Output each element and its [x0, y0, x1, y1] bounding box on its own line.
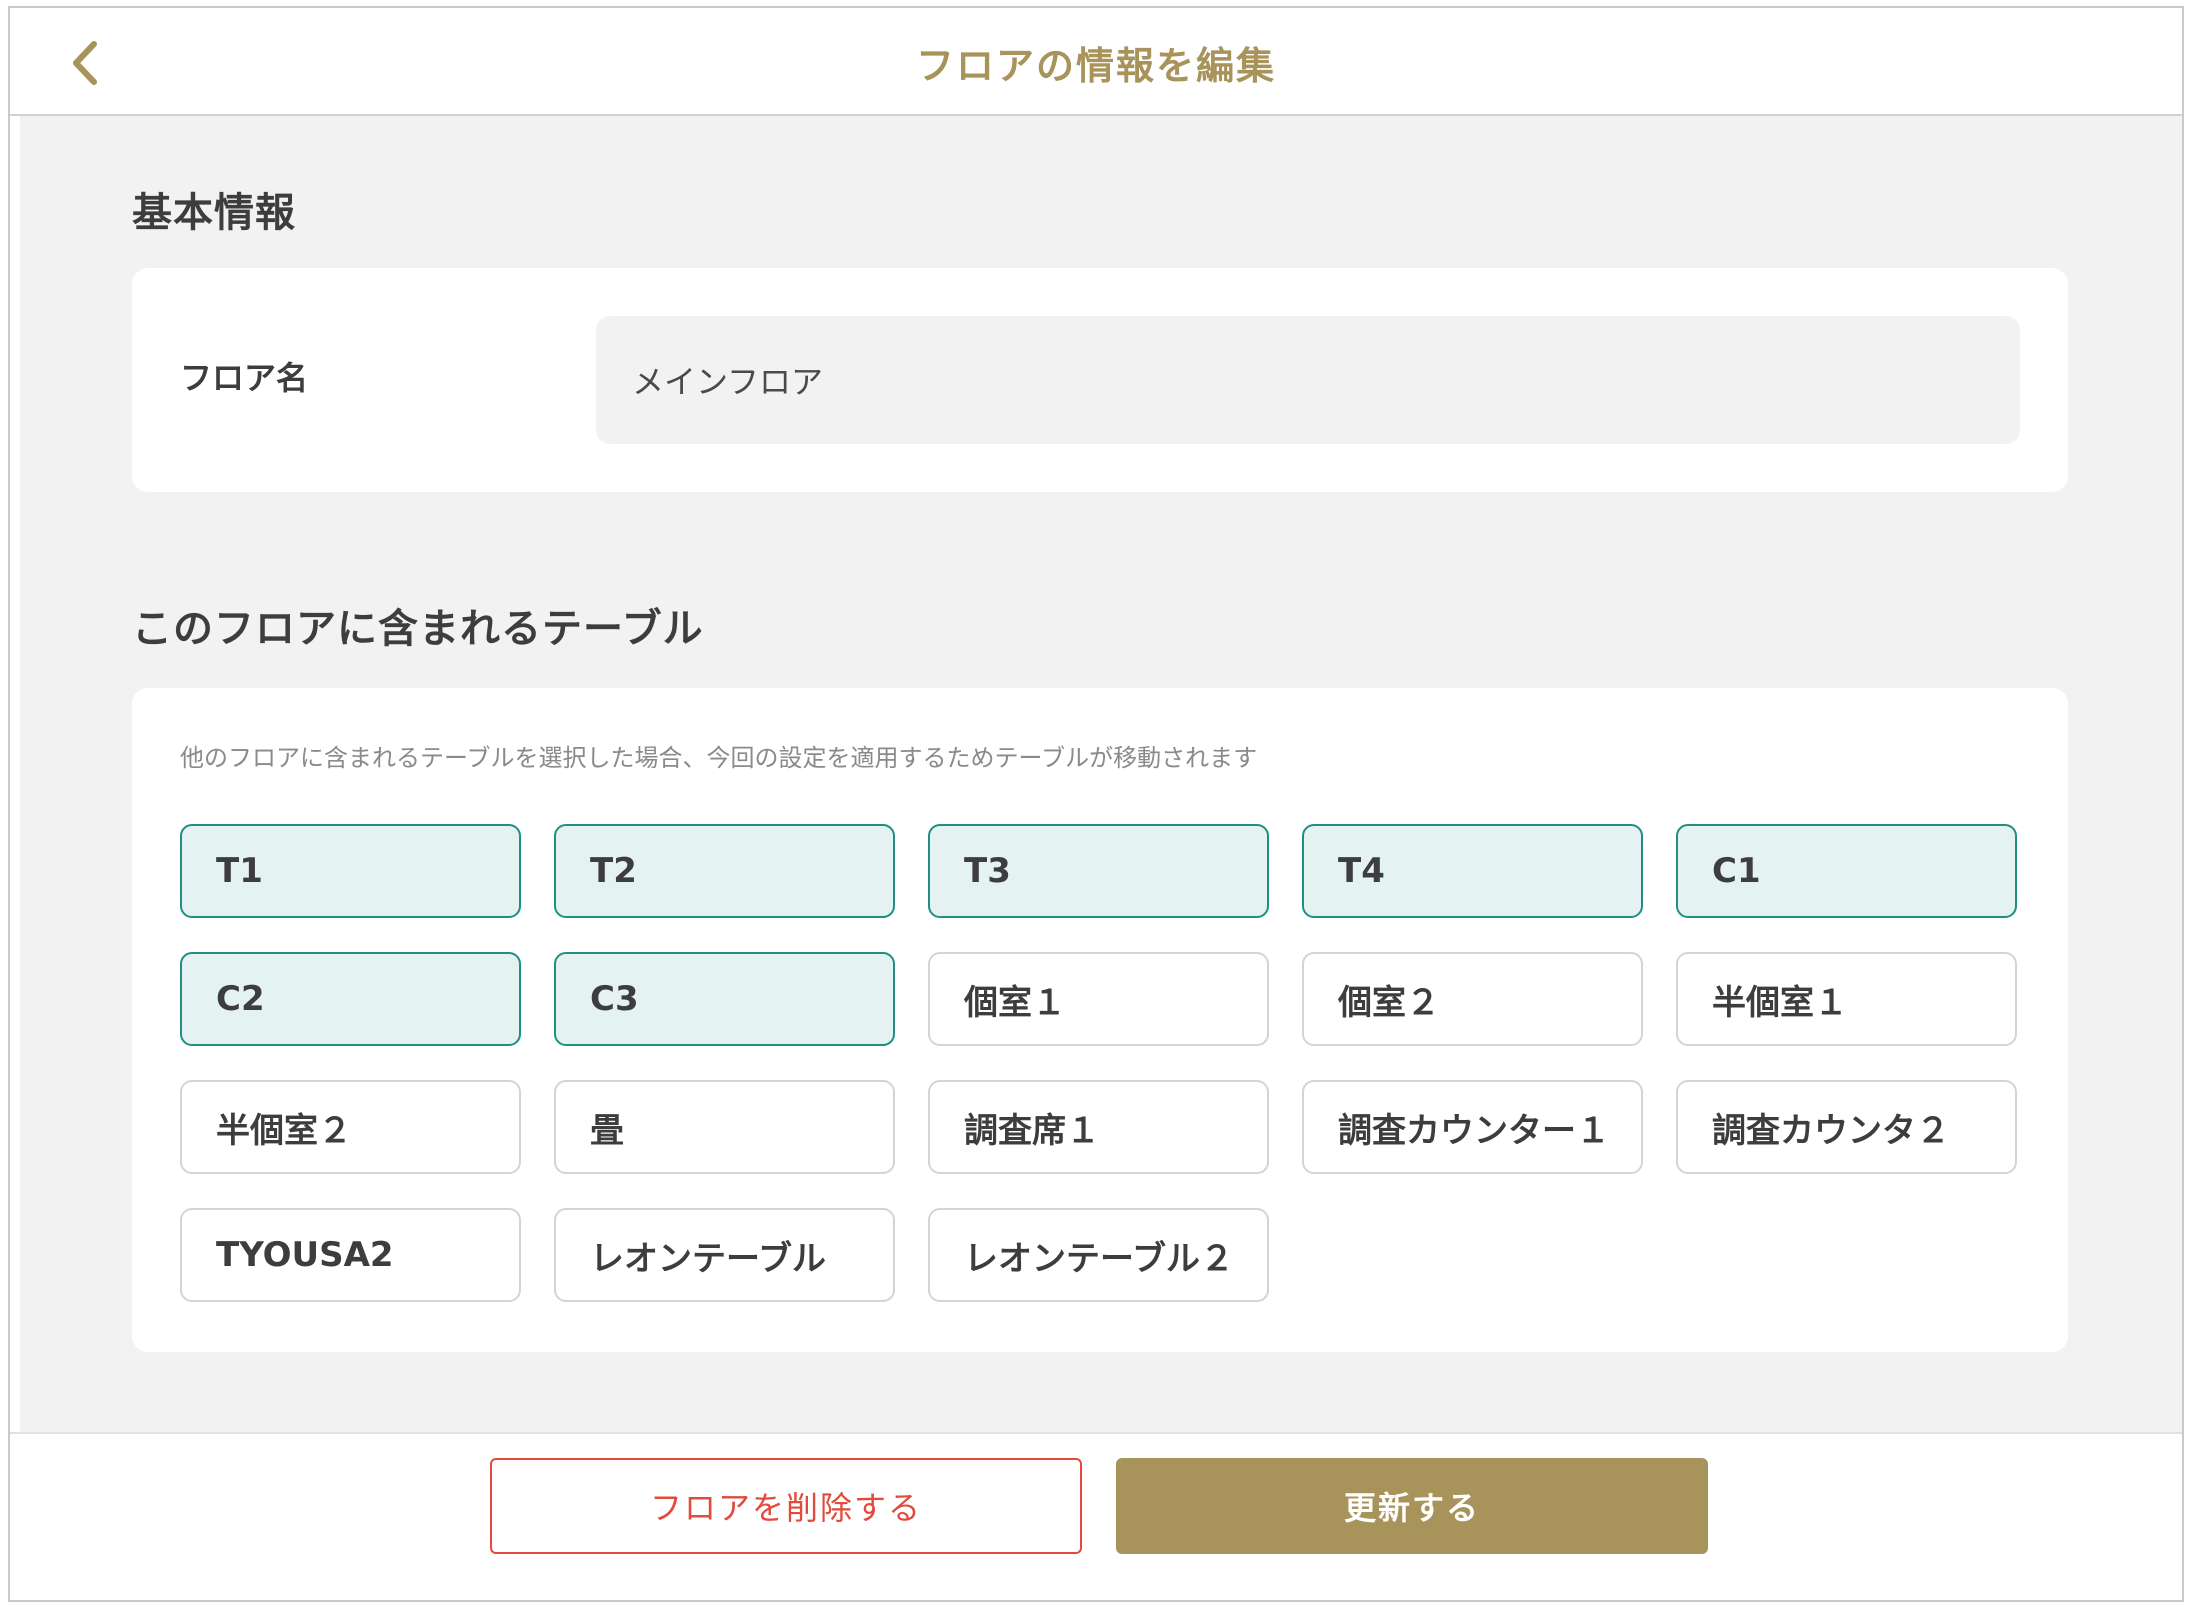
- table-chip[interactable]: T2: [554, 824, 895, 918]
- table-chip[interactable]: 半個室１: [1676, 952, 2017, 1046]
- update-button[interactable]: 更新する: [1116, 1458, 1708, 1554]
- tables-card: 他のフロアに含まれるテーブルを選択した場合、今回の設定を適用するためテーブルが移…: [132, 688, 2068, 1352]
- footer: フロアを削除する 更新する: [10, 1432, 2182, 1600]
- table-chip[interactable]: 調査カウンタ２: [1676, 1080, 2017, 1174]
- basic-info-card: フロア名: [132, 268, 2068, 492]
- floor-name-input[interactable]: [596, 316, 2020, 444]
- page-title: フロアの情報を編集: [915, 43, 1276, 88]
- table-chip[interactable]: 個室２: [1302, 952, 1643, 1046]
- table-chip[interactable]: C3: [554, 952, 895, 1046]
- table-chip[interactable]: T4: [1302, 824, 1643, 918]
- tables-note: 他のフロアに含まれるテーブルを選択した場合、今回の設定を適用するためテーブルが移…: [180, 744, 1258, 772]
- table-chip[interactable]: T3: [928, 824, 1269, 918]
- table-chip[interactable]: レオンテーブル: [554, 1208, 895, 1302]
- table-chip[interactable]: 個室１: [928, 952, 1269, 1046]
- table-chip[interactable]: 半個室２: [180, 1080, 521, 1174]
- table-chip[interactable]: TYOUSA2: [180, 1208, 521, 1302]
- table-chip[interactable]: 調査カウンター１: [1302, 1080, 1643, 1174]
- table-chip[interactable]: 畳: [554, 1080, 895, 1174]
- floor-name-label: フロア名: [180, 359, 309, 397]
- basic-info-heading: 基本情報: [132, 190, 296, 236]
- header: フロアの情報を編集: [10, 8, 2182, 116]
- table-grid: T1 T2 T3 T4 C1 C2 C3 個室１ 個室２ 半個室１ 半個室２ 畳調査席１ 調査カウンター…: [180, 824, 2017, 1302]
- table-chip[interactable]: レオンテーブル２: [928, 1208, 1269, 1302]
- table-chip[interactable]: C1: [1676, 824, 2017, 918]
- table-chip[interactable]: C2: [180, 952, 521, 1046]
- app-window: フロアの情報を編集 基本情報 フロア名 このフロアに含まれるテーブル 他のフロア…: [8, 6, 2184, 1602]
- table-chip[interactable]: T1: [180, 824, 521, 918]
- delete-floor-button[interactable]: フロアを削除する: [490, 1458, 1082, 1554]
- main-content: 基本情報 フロア名 このフロアに含まれるテーブル 他のフロアに含まれるテーブルを…: [20, 116, 2182, 1432]
- table-chip[interactable]: 調査席１: [928, 1080, 1269, 1174]
- tables-heading: このフロアに含まれるテーブル: [132, 606, 704, 652]
